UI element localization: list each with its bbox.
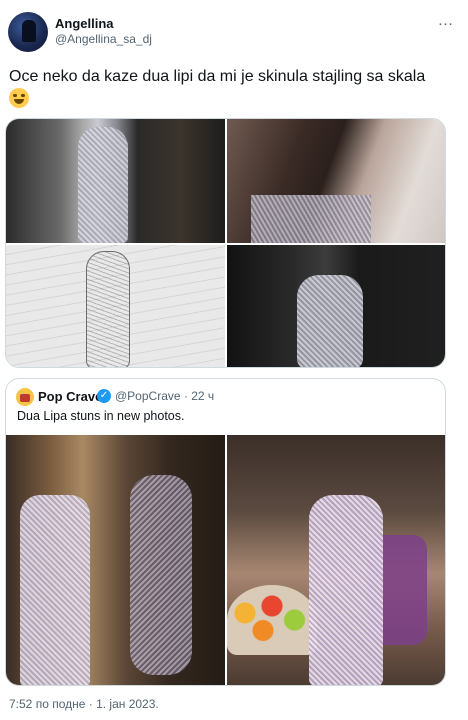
- quoted-handle-time: @PopCrave · 22 ч: [115, 389, 215, 403]
- media-photo-4[interactable]: [227, 245, 445, 367]
- quoted-avatar[interactable]: [16, 388, 34, 406]
- quoted-tweet[interactable]: Pop Crave ✓ @PopCrave · 22 ч Dua Lipa st…: [5, 378, 446, 686]
- tweet-media-grid: [5, 118, 446, 368]
- media-photo-1[interactable]: [6, 119, 225, 243]
- tweet-text-content: Oce neko da kaze dua lipi da mi je skinu…: [9, 68, 426, 85]
- quoted-media-grid: [6, 435, 445, 685]
- avatar[interactable]: [8, 12, 48, 52]
- tears-of-joy-emoji-icon: [9, 88, 29, 108]
- quoted-tweet-text: Dua Lipa stuns in new photos.: [17, 409, 185, 423]
- media-photo-3-sketch[interactable]: [6, 245, 225, 367]
- more-options-icon[interactable]: …: [432, 12, 460, 34]
- media-photo-2[interactable]: [227, 119, 445, 243]
- tweet-timestamp[interactable]: 7:52 по подне · 1. јан 2023.: [9, 697, 159, 711]
- tweet-text: Oce neko da kaze dua lipi da mi je skinu…: [9, 66, 449, 111]
- user-handle[interactable]: @Angellina_sa_dj: [55, 32, 152, 46]
- verified-badge-icon: ✓: [97, 389, 111, 403]
- tweet-header: Angellina @Angellina_sa_dj …: [8, 12, 460, 58]
- display-name[interactable]: Angellina: [55, 16, 114, 31]
- quoted-photo-2[interactable]: [227, 435, 445, 685]
- quoted-photo-1[interactable]: [6, 435, 225, 685]
- quoted-display-name[interactable]: Pop Crave: [38, 389, 102, 404]
- fruit-bowl: [227, 585, 317, 655]
